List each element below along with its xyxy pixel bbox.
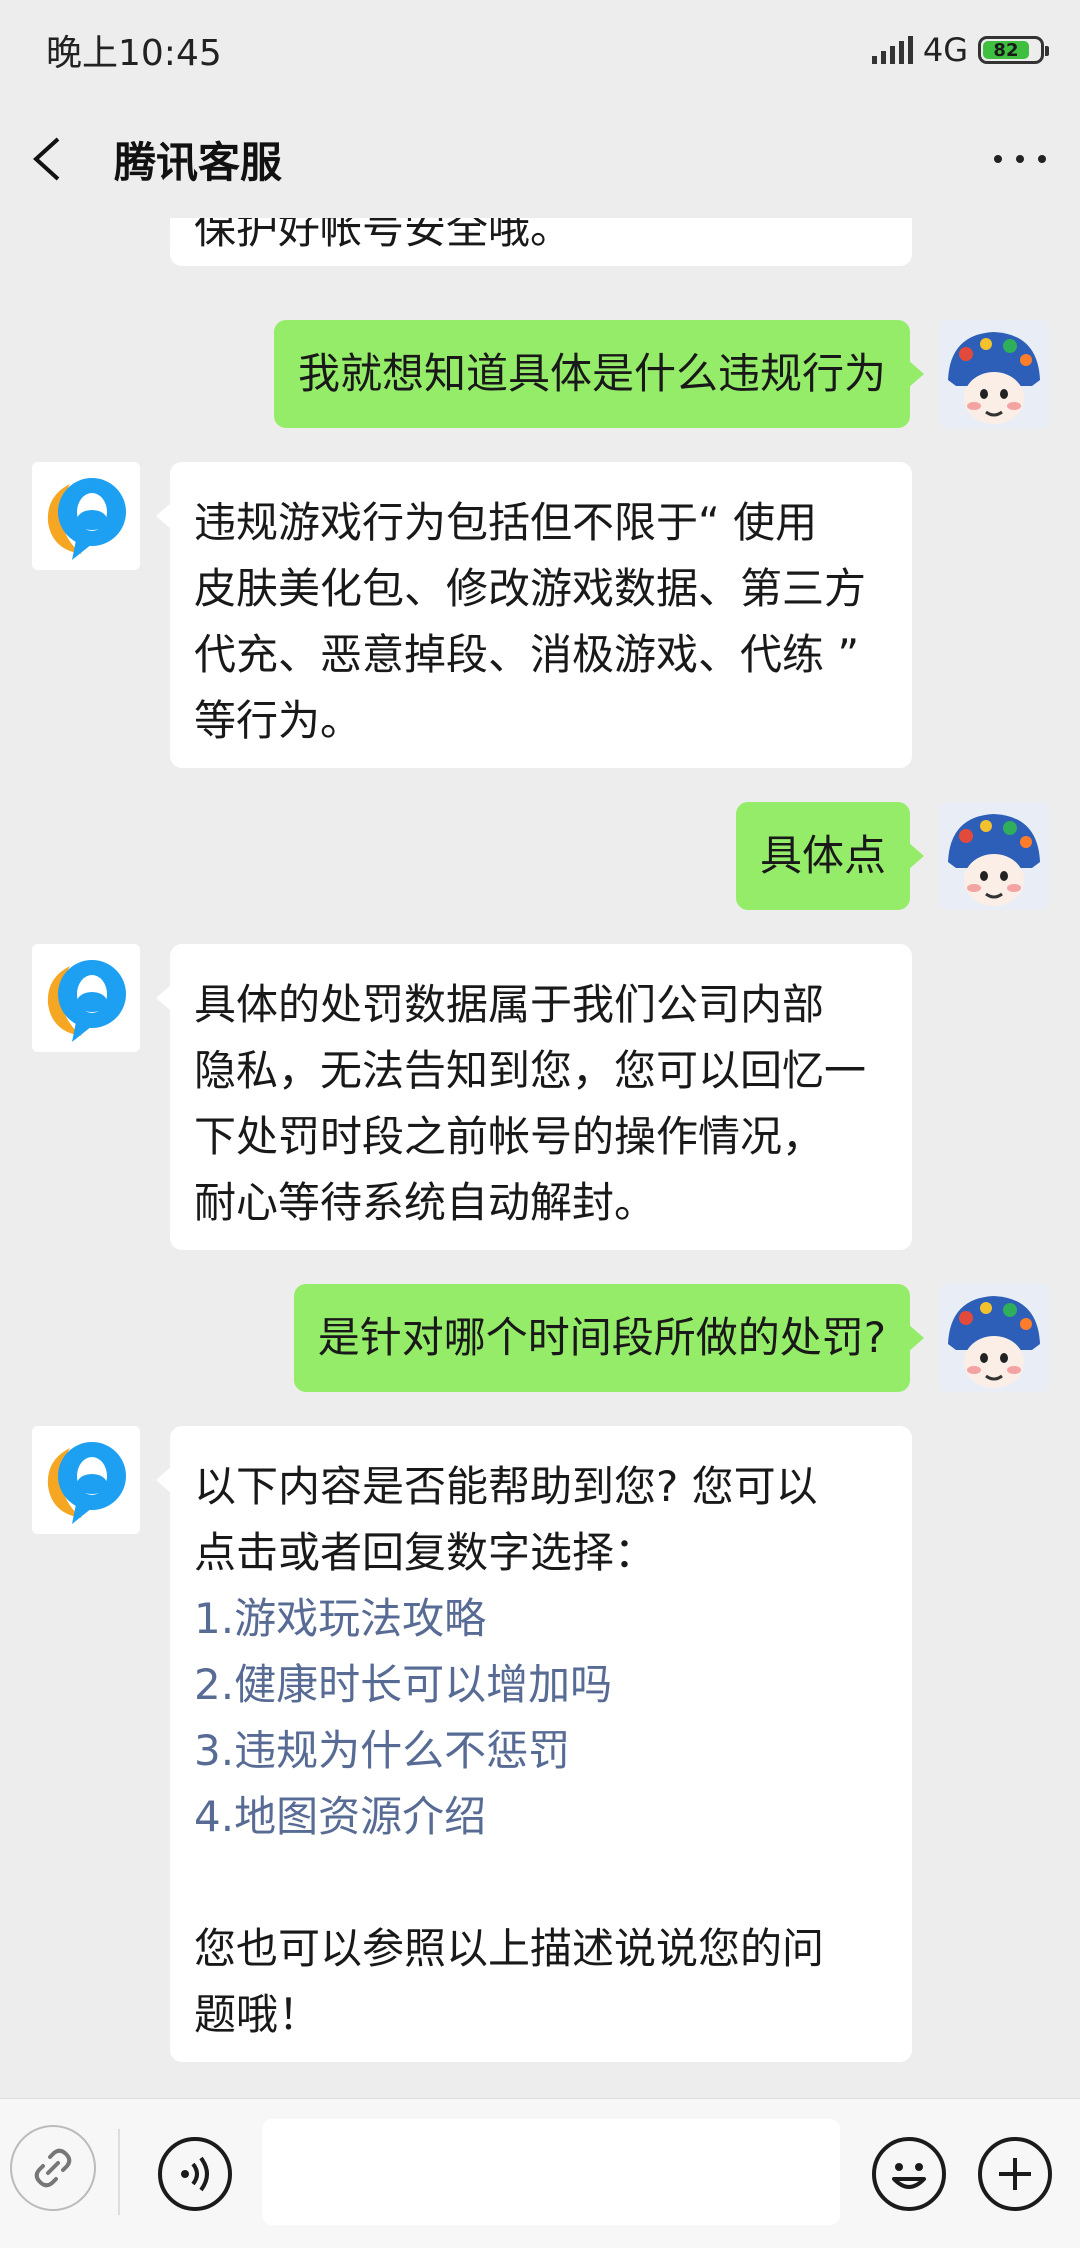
signal-icon bbox=[871, 36, 913, 64]
option-link-1[interactable]: 1.游戏玩法攻略 bbox=[194, 1586, 888, 1652]
emoji-button[interactable] bbox=[872, 2137, 946, 2211]
qq-service-icon bbox=[32, 944, 140, 1052]
more-actions-button[interactable] bbox=[978, 2137, 1052, 2211]
message-input[interactable] bbox=[262, 2119, 840, 2225]
message-bubble-bot[interactable]: 以下内容是否能帮助到您? 您可以 点击或者回复数字选择： 1.游戏玩法攻略 2.… bbox=[156, 1426, 912, 2062]
message-bubble-user[interactable]: 我就想知道具体是什么违规行为 bbox=[273, 320, 925, 428]
message-bubble-bot[interactable]: 保护好帐号安全哦。 bbox=[170, 218, 912, 266]
user-avatar[interactable] bbox=[940, 320, 1048, 428]
avatar-image bbox=[940, 320, 1048, 428]
more-button[interactable] bbox=[990, 139, 1050, 179]
status-indicators: 4G 82 bbox=[871, 31, 1049, 69]
message-text: 具体点 bbox=[759, 831, 886, 880]
message-line: 具体的处罚数据属于我们公司内部 bbox=[194, 980, 825, 1029]
message-text: 保护好帐号安全哦。 bbox=[194, 218, 573, 253]
input-bar bbox=[0, 2098, 1080, 2248]
user-avatar[interactable] bbox=[940, 1284, 1048, 1392]
message-bubble-user[interactable]: 具体点 bbox=[735, 802, 925, 910]
message-bubble-user[interactable]: 是针对哪个时间段所做的处罚? bbox=[293, 1284, 925, 1392]
message-text: 是针对哪个时间段所做的处罚? bbox=[317, 1313, 886, 1362]
message-line: 耐心等待系统自动解封。 bbox=[194, 1178, 657, 1227]
avatar-image bbox=[940, 802, 1048, 910]
message-line: 题哦！ bbox=[194, 1990, 321, 2039]
message-bubble-bot[interactable]: 具体的处罚数据属于我们公司内部 隐私，无法告知到您，您可以回忆一 下处罚时段之前… bbox=[156, 944, 912, 1250]
battery-level: 82 bbox=[983, 40, 1029, 61]
option-link-4[interactable]: 4.地图资源介绍 bbox=[194, 1784, 888, 1850]
status-time: 晚上10:45 bbox=[46, 33, 222, 74]
back-button[interactable] bbox=[30, 129, 80, 189]
bot-avatar[interactable] bbox=[32, 1426, 140, 1534]
network-type: 4G bbox=[922, 31, 968, 69]
voice-button[interactable] bbox=[158, 2137, 232, 2211]
message-line: 等行为。 bbox=[194, 696, 363, 745]
qq-service-icon bbox=[32, 462, 140, 570]
nav-bar: 腾讯客服 bbox=[0, 100, 1080, 218]
divider bbox=[118, 2129, 120, 2215]
option-link-3[interactable]: 3.违规为什么不惩罚 bbox=[194, 1718, 888, 1784]
plus-icon bbox=[999, 2158, 1031, 2190]
page-title: 腾讯客服 bbox=[114, 137, 283, 187]
mini-program-button[interactable] bbox=[10, 2125, 96, 2211]
option-link-2[interactable]: 2.健康时长可以增加吗 bbox=[194, 1652, 888, 1718]
emoji-icon bbox=[892, 2163, 926, 2189]
message-line: 您也可以参照以上描述说说您的问 bbox=[194, 1924, 825, 1973]
message-line: 下处罚时段之前帐号的操作情况， bbox=[194, 1112, 825, 1161]
message-line: 皮肤美化包、修改游戏数据、第三方 bbox=[194, 564, 867, 613]
voice-icon bbox=[181, 2156, 209, 2192]
link-icon bbox=[34, 2148, 72, 2188]
status-bar: 晚上10:45 4G 82 bbox=[0, 0, 1080, 100]
bot-avatar[interactable] bbox=[32, 462, 140, 570]
message-line: 以下内容是否能帮助到您? 您可以 bbox=[194, 1462, 818, 1511]
message-line: 违规游戏行为包括但不限于“ 使用 bbox=[194, 498, 818, 547]
message-bubble-bot[interactable]: 违规游戏行为包括但不限于“ 使用 皮肤美化包、修改游戏数据、第三方 代充、恶意掉… bbox=[156, 462, 912, 768]
message-line: 隐私，无法告知到您，您可以回忆一 bbox=[194, 1046, 867, 1095]
more-dots-icon bbox=[994, 155, 1002, 163]
message-line: 点击或者回复数字选择： bbox=[194, 1528, 657, 1577]
user-avatar[interactable] bbox=[940, 802, 1048, 910]
battery-icon: 82 bbox=[978, 36, 1049, 64]
bot-avatar[interactable] bbox=[32, 944, 140, 1052]
message-text: 我就想知道具体是什么违规行为 bbox=[297, 349, 886, 398]
qq-service-icon bbox=[32, 1426, 140, 1534]
avatar-image bbox=[940, 1284, 1048, 1392]
chat-area[interactable]: 保护好帐号安全哦。 我就想知道具体是什么违规行为 违规游戏行为包括但不限于“ 使… bbox=[0, 218, 1080, 2098]
message-line: 代充、恶意掉段、消极游戏、代练 ” bbox=[194, 630, 860, 679]
chevron-left-icon bbox=[33, 137, 60, 181]
